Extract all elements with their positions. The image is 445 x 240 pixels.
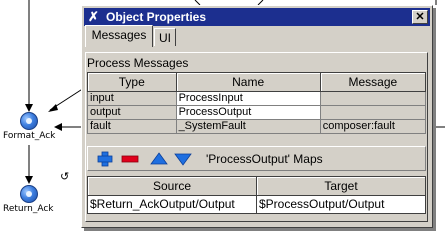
add-icon[interactable] (96, 151, 114, 167)
app-icon: ✗ (88, 9, 99, 24)
format-ack-label: Format_Ack (3, 131, 56, 141)
format-ack-node-icon[interactable] (20, 112, 38, 130)
process-messages-table: Type Name Message input ProcessInput out… (87, 72, 427, 134)
close-button[interactable]: ✕ (412, 10, 428, 24)
table-row[interactable]: output ProcessOutput (87, 105, 427, 120)
maps-table: Source Target $Return_AckOutput/Output $… (87, 176, 426, 214)
process-messages-label: Process Messages (87, 56, 189, 70)
cell-type: fault (87, 119, 177, 134)
cell-name[interactable]: ProcessInput (175, 91, 321, 106)
return-ack-label: Return_Ack (3, 204, 54, 214)
loop-icon: ↺ (60, 170, 70, 183)
table-row[interactable]: fault _SystemFault composer:fault (87, 119, 427, 134)
maps-label: 'ProcessOutput' Maps (206, 152, 323, 166)
cell-source[interactable]: $Return_AckOutput/Output (87, 195, 257, 214)
column-header-name[interactable]: Name (175, 72, 321, 92)
move-down-icon[interactable] (174, 151, 192, 167)
cell-name[interactable]: _SystemFault (175, 119, 321, 134)
table-row[interactable]: $Return_AckOutput/Output $ProcessOutput/… (87, 195, 426, 214)
return-ack-node-icon[interactable] (20, 185, 38, 203)
column-header-type[interactable]: Type (87, 72, 177, 92)
cell-type: input (87, 91, 177, 106)
dialog-titlebar[interactable]: ✗ Object Properties ✕ (84, 8, 430, 26)
cell-message (319, 105, 427, 120)
column-header-target[interactable]: Target (256, 176, 426, 196)
remove-icon[interactable] (121, 151, 139, 167)
messages-panel: Process Messages Type Name Message input… (85, 52, 428, 222)
dialog-title: Object Properties (106, 10, 207, 24)
column-header-source[interactable]: Source (87, 176, 257, 196)
cell-message (319, 91, 427, 106)
table-row[interactable]: input ProcessInput (87, 91, 427, 106)
cell-message: composer:fault (319, 119, 427, 134)
tab-messages[interactable]: Messages (85, 25, 153, 47)
cell-name[interactable]: ProcessOutput (175, 105, 321, 120)
cell-type: output (87, 105, 177, 120)
maps-toolbar: 'ProcessOutput' Maps (87, 146, 426, 171)
column-header-message[interactable]: Message (319, 72, 427, 92)
move-up-icon[interactable] (150, 151, 168, 167)
cell-target[interactable]: $ProcessOutput/Output (256, 195, 426, 214)
tab-ui[interactable]: UI (154, 28, 176, 46)
